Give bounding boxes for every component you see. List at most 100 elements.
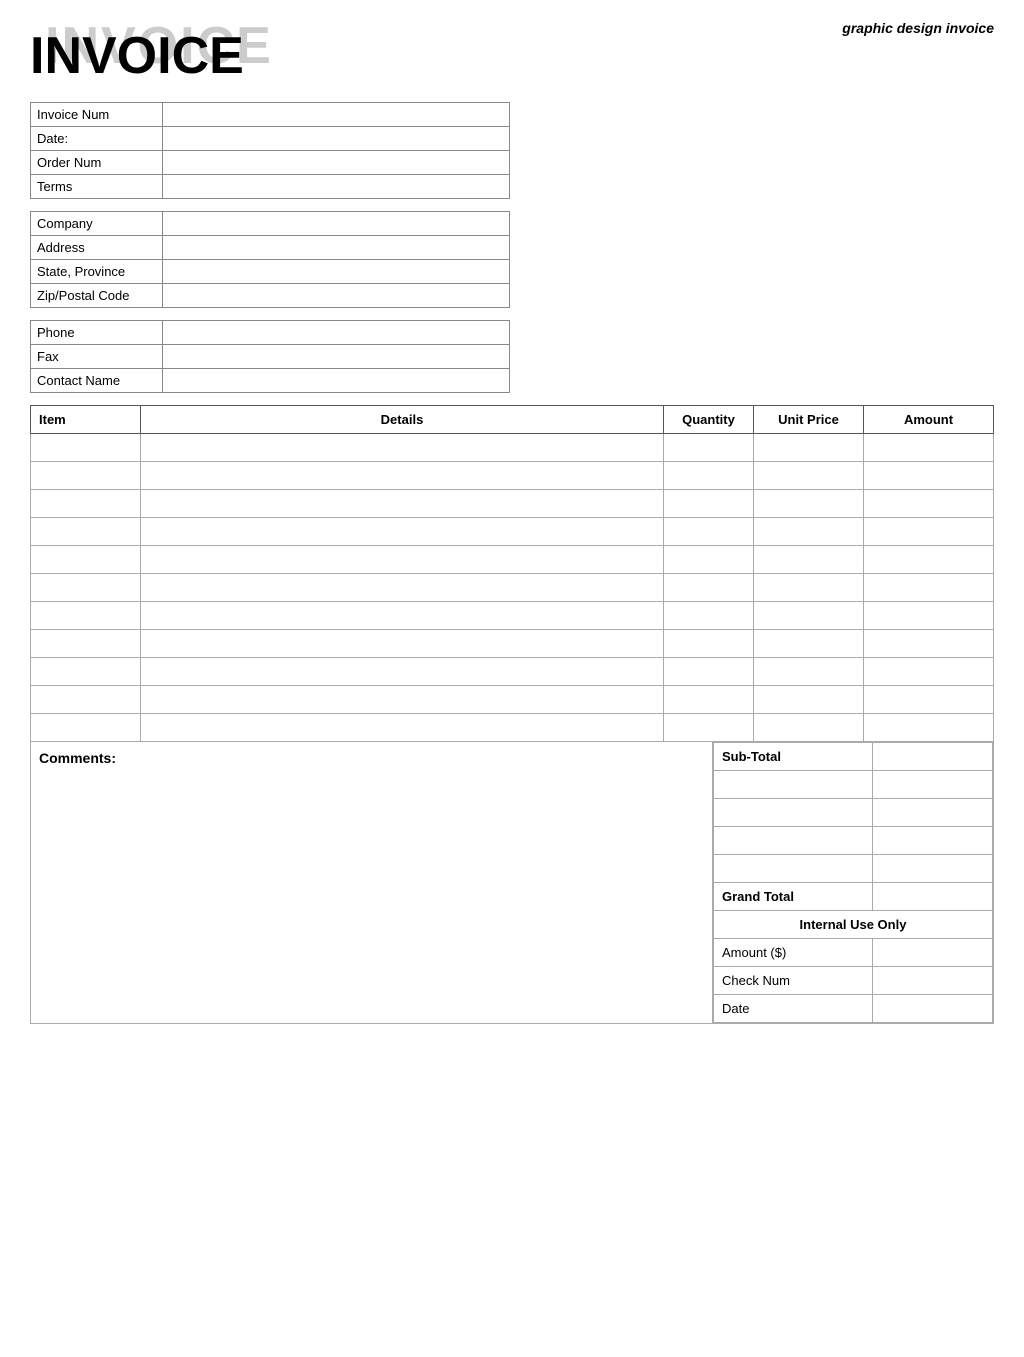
details-cell-2[interactable] (141, 490, 664, 518)
unit-price-cell-9[interactable] (754, 686, 864, 714)
details-cell-6[interactable] (141, 602, 664, 630)
order-num-label: Order Num (31, 151, 163, 175)
amount-cell-1[interactable] (864, 462, 994, 490)
amount-cell-3[interactable] (864, 518, 994, 546)
details-cell-0[interactable] (141, 434, 664, 462)
qty-cell-1[interactable] (664, 462, 754, 490)
state-value[interactable] (163, 260, 510, 284)
qty-cell-10[interactable] (664, 714, 754, 742)
totals-table: Sub-Total (713, 742, 993, 1023)
contact-info-table: Phone Fax Contact Name (30, 320, 510, 393)
qty-cell-6[interactable] (664, 602, 754, 630)
details-cell-5[interactable] (141, 574, 664, 602)
item-cell-7[interactable] (31, 630, 141, 658)
details-cell-8[interactable] (141, 658, 664, 686)
unit-price-cell-6[interactable] (754, 602, 864, 630)
amount-cell-2[interactable] (864, 490, 994, 518)
company-row: Company (31, 212, 510, 236)
check-num-value[interactable] (873, 967, 993, 995)
bottom-section: Comments: Sub-Total (30, 742, 994, 1024)
company-info-table: Company Address State, Province Zip/Post… (30, 211, 510, 308)
terms-value[interactable] (163, 175, 510, 199)
amount-dollar-label: Amount ($) (714, 939, 873, 967)
unit-price-cell-3[interactable] (754, 518, 864, 546)
unit-price-cell-1[interactable] (754, 462, 864, 490)
item-cell-8[interactable] (31, 658, 141, 686)
check-num-label: Check Num (714, 967, 873, 995)
totals-area: Sub-Total (713, 742, 993, 1023)
item-cell-2[interactable] (31, 490, 141, 518)
internal-date-label: Date (714, 995, 873, 1023)
item-cell-5[interactable] (31, 574, 141, 602)
item-cell-10[interactable] (31, 714, 141, 742)
table-row (31, 574, 994, 602)
qty-cell-3[interactable] (664, 518, 754, 546)
extra-label-2 (714, 799, 873, 827)
header-quantity: Quantity (664, 406, 754, 434)
amount-dollar-value[interactable] (873, 939, 993, 967)
zip-label: Zip/Postal Code (31, 284, 163, 308)
comments-area[interactable]: Comments: (31, 742, 713, 1023)
qty-cell-5[interactable] (664, 574, 754, 602)
contact-name-value[interactable] (163, 369, 510, 393)
qty-cell-0[interactable] (664, 434, 754, 462)
item-cell-9[interactable] (31, 686, 141, 714)
amount-dollar-row: Amount ($) (714, 939, 993, 967)
invoice-num-value[interactable] (163, 103, 510, 127)
address-value[interactable] (163, 236, 510, 260)
invoice-num-row: Invoice Num (31, 103, 510, 127)
details-cell-10[interactable] (141, 714, 664, 742)
fax-value[interactable] (163, 345, 510, 369)
qty-cell-7[interactable] (664, 630, 754, 658)
unit-price-cell-10[interactable] (754, 714, 864, 742)
table-row (31, 462, 994, 490)
unit-price-cell-8[interactable] (754, 658, 864, 686)
unit-price-cell-7[interactable] (754, 630, 864, 658)
subtotal-label: Sub-Total (714, 743, 873, 771)
unit-price-cell-0[interactable] (754, 434, 864, 462)
item-cell-6[interactable] (31, 602, 141, 630)
amount-cell-7[interactable] (864, 630, 994, 658)
extra-value-4[interactable] (873, 855, 993, 883)
qty-cell-4[interactable] (664, 546, 754, 574)
subtotal-value[interactable] (873, 743, 993, 771)
date-value[interactable] (163, 127, 510, 151)
zip-value[interactable] (163, 284, 510, 308)
grand-total-value[interactable] (873, 883, 993, 911)
extra-value-3[interactable] (873, 827, 993, 855)
extra-row-1 (714, 771, 993, 799)
details-cell-1[interactable] (141, 462, 664, 490)
state-row: State, Province (31, 260, 510, 284)
extra-value-2[interactable] (873, 799, 993, 827)
unit-price-cell-5[interactable] (754, 574, 864, 602)
phone-value[interactable] (163, 321, 510, 345)
details-cell-7[interactable] (141, 630, 664, 658)
qty-cell-2[interactable] (664, 490, 754, 518)
amount-cell-9[interactable] (864, 686, 994, 714)
amount-cell-10[interactable] (864, 714, 994, 742)
address-row: Address (31, 236, 510, 260)
internal-date-value[interactable] (873, 995, 993, 1023)
item-cell-0[interactable] (31, 434, 141, 462)
qty-cell-9[interactable] (664, 686, 754, 714)
item-cell-1[interactable] (31, 462, 141, 490)
details-cell-3[interactable] (141, 518, 664, 546)
unit-price-cell-4[interactable] (754, 546, 864, 574)
item-cell-3[interactable] (31, 518, 141, 546)
phone-row: Phone (31, 321, 510, 345)
company-value[interactable] (163, 212, 510, 236)
details-cell-4[interactable] (141, 546, 664, 574)
amount-cell-6[interactable] (864, 602, 994, 630)
item-cell-4[interactable] (31, 546, 141, 574)
unit-price-cell-2[interactable] (754, 490, 864, 518)
address-label: Address (31, 236, 163, 260)
amount-cell-8[interactable] (864, 658, 994, 686)
order-num-value[interactable] (163, 151, 510, 175)
qty-cell-8[interactable] (664, 658, 754, 686)
contact-name-label: Contact Name (31, 369, 163, 393)
amount-cell-5[interactable] (864, 574, 994, 602)
extra-value-1[interactable] (873, 771, 993, 799)
amount-cell-0[interactable] (864, 434, 994, 462)
details-cell-9[interactable] (141, 686, 664, 714)
amount-cell-4[interactable] (864, 546, 994, 574)
